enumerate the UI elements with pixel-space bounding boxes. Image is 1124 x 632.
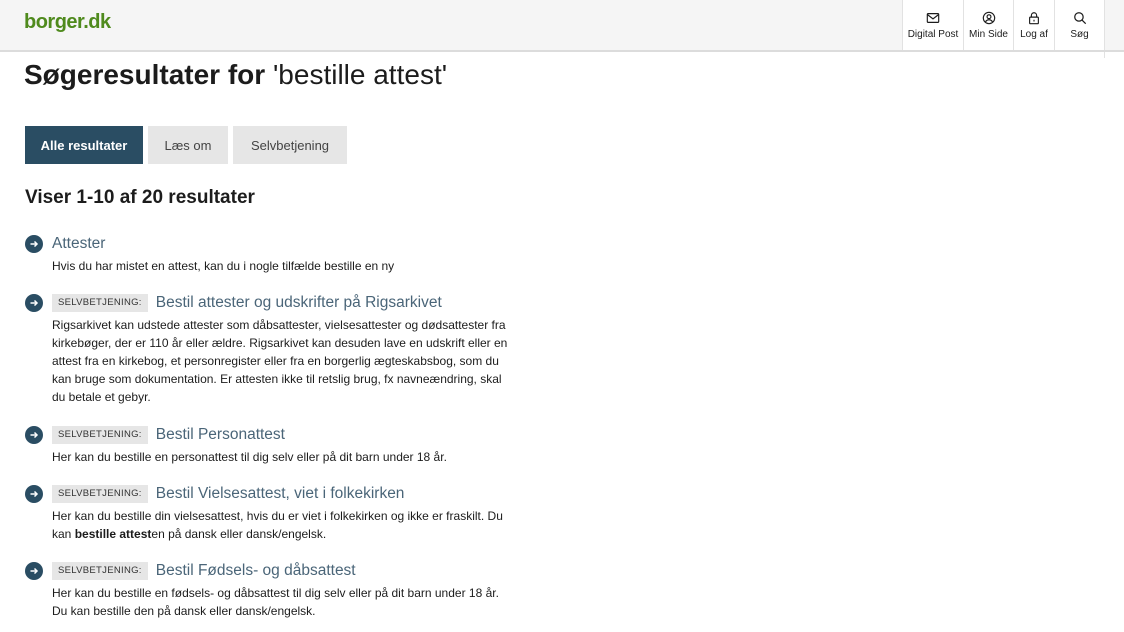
result-count: Viser 1-10 af 20 resultater [25,187,255,208]
arrow-right-icon [25,485,43,503]
lock-icon [1029,11,1039,24]
digital-post-button[interactable]: Digital Post [903,0,964,50]
min-side-label: Min Side [969,28,1008,40]
arrow-right-icon [25,426,43,444]
search-icon [1073,11,1086,24]
borger-dk-logo[interactable]: borger.dk [24,11,111,34]
result-description: Her kan du bestille en personattest til … [52,450,447,464]
search-result: SELVBETJENING: Bestil Personattest Her k… [25,424,525,466]
user-icon [982,11,995,24]
result-title-link[interactable]: Bestil attester og udskrifter på Rigsark… [156,294,442,312]
result-filter-tabs: Alle resultater Læs om Selvbetjening [25,126,347,164]
result-title-link[interactable]: Bestil Vielsesattest, viet i folkekirken [156,485,405,503]
result-title-link[interactable]: Bestil Personattest [156,426,285,444]
min-side-button[interactable]: Min Side [964,0,1014,50]
result-description: Rigsarkivet kan udstede attester som dåb… [52,318,508,404]
divider [1104,52,1105,58]
log-af-label: Log af [1020,28,1048,40]
header-nav: Digital Post Min Side Log af Søg [902,0,1105,50]
page-title: Søgeresultater for 'bestille attest' [24,58,447,92]
search-result: SELVBETJENING: Bestil attester og udskri… [25,292,525,406]
mail-icon [926,12,940,23]
search-result: Attester Hvis du har mistet en attest, k… [25,233,525,275]
selvbetjening-badge: SELVBETJENING: [52,294,148,312]
page-title-prefix: Søgeresultater for [24,59,266,90]
selvbetjening-badge: SELVBETJENING: [52,426,148,444]
arrow-right-icon [25,562,43,580]
search-result: SELVBETJENING: Bestil Vielsesattest, vie… [25,483,525,543]
tab-selvbetjening[interactable]: Selvbetjening [233,126,347,164]
desc-highlight: bestille attest [74,527,152,541]
tab-laes-om[interactable]: Læs om [148,126,228,164]
result-description: Her kan du bestille din vielsesattest, h… [52,507,512,543]
result-title-link[interactable]: Attester [52,235,105,253]
search-query: 'bestille attest' [272,59,448,90]
selvbetjening-badge: SELVBETJENING: [52,485,148,503]
digital-post-label: Digital Post [907,28,959,40]
result-title-link[interactable]: Bestil Fødsels- og dåbsattest [156,562,356,580]
site-header: borger.dk Digital Post Min Side Log af S… [0,0,1124,52]
arrow-right-icon [25,235,43,253]
arrow-right-icon [25,294,43,312]
desc-text: en på dansk eller dansk/engelsk. [151,527,327,541]
search-result: SELVBETJENING: Bestil Fødsels- og dåbsat… [25,560,525,620]
tab-alle-resultater[interactable]: Alle resultater [25,126,143,164]
search-button[interactable]: Søg [1055,0,1105,50]
log-af-button[interactable]: Log af [1014,0,1055,50]
selvbetjening-badge: SELVBETJENING: [52,562,148,580]
result-description: Hvis du har mistet en attest, kan du i n… [52,259,395,273]
search-label: Søg [1070,28,1089,40]
result-description: Her kan du bestille en fødsels- og dåbsa… [52,586,499,618]
